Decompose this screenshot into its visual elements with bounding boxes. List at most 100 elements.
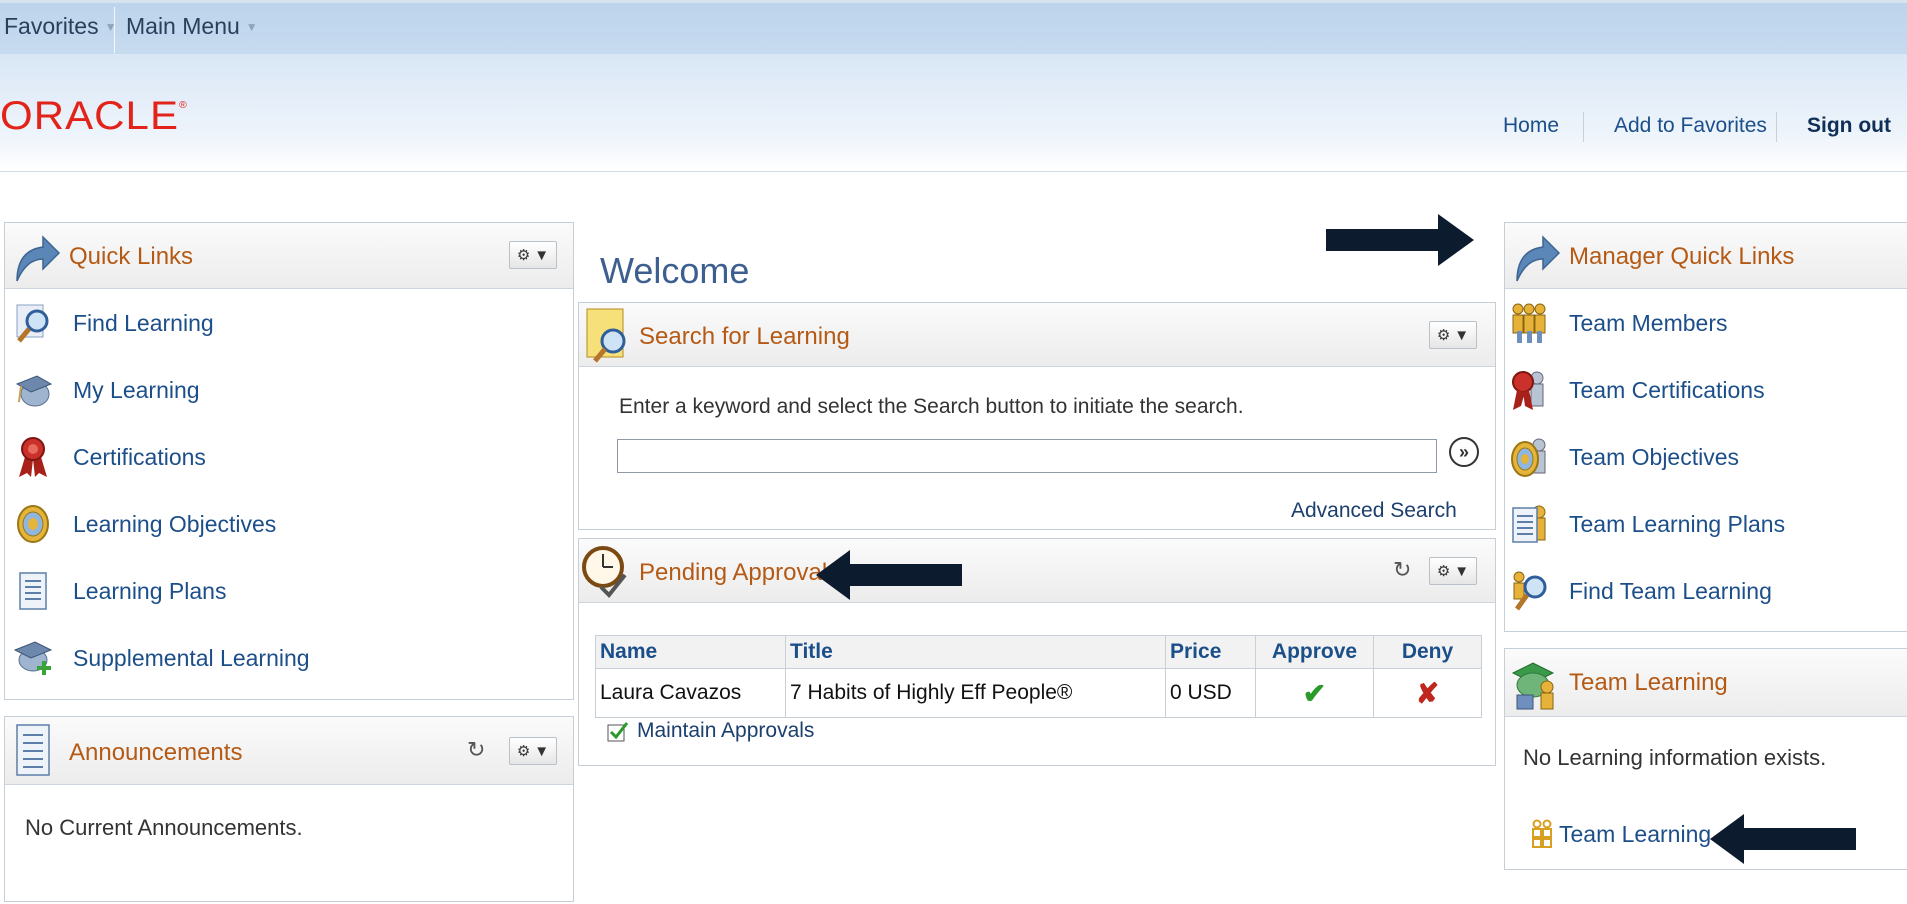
home-link[interactable]: Home — [1503, 114, 1559, 138]
quick-link-find-learning[interactable]: Find Learning — [11, 299, 214, 347]
announcements-settings-button[interactable]: ⚙ ▼ — [509, 737, 557, 765]
search-settings-button[interactable]: ⚙ ▼ — [1429, 321, 1477, 349]
quick-link-certifications[interactable]: Certifications — [11, 433, 206, 481]
quick-links-settings-button[interactable]: ⚙ ▼ — [509, 241, 557, 269]
team-ribbon-icon — [1507, 366, 1551, 414]
checkbox-check-icon — [607, 722, 629, 742]
main-menu-label: Main Menu — [126, 13, 240, 39]
pending-settings-button[interactable]: ⚙ ▼ — [1429, 557, 1477, 585]
approve-cell: ✔ — [1255, 668, 1374, 718]
manager-link-team-certifications[interactable]: Team Certifications — [1507, 366, 1765, 414]
chevron-down-icon: ▼ — [534, 246, 550, 264]
announcements-empty-text: No Current Announcements. — [25, 815, 303, 840]
oracle-logo: ORACLE® — [0, 94, 188, 138]
refresh-icon[interactable]: ↻ — [467, 737, 485, 763]
search-learning-title: Search for Learning — [639, 323, 850, 350]
deny-x-icon[interactable]: ✘ — [1416, 678, 1439, 709]
column-header-name[interactable]: Name — [595, 635, 786, 669]
team-target-icon — [1507, 433, 1551, 481]
quick-link-learning-plans[interactable]: Learning Plans — [11, 567, 226, 615]
refresh-icon[interactable]: ↻ — [1393, 557, 1411, 583]
table-header-row: Name Title Price Approve Deny — [595, 635, 1482, 669]
gear-icon: ⚙ — [1436, 563, 1451, 580]
annotation-arrow-left — [816, 550, 962, 600]
pending-approvals-pagelet: Pending Approvals ↻ ⚙ ▼ Name Title Price … — [578, 538, 1496, 766]
quick-link-my-learning[interactable]: My Learning — [11, 366, 200, 414]
quick-link-learning-objectives[interactable]: Learning Objectives — [11, 500, 276, 548]
add-to-favorites-link[interactable]: Add to Favorites — [1614, 114, 1767, 138]
curved-arrow-icon — [1516, 235, 1561, 282]
double-chevron-right-icon: » — [1458, 441, 1469, 462]
column-header-title[interactable]: Title — [785, 635, 1166, 669]
deny-cell: ✘ — [1373, 668, 1482, 718]
checklist-icon — [16, 724, 50, 776]
graduation-cap-icon — [11, 366, 55, 414]
manager-link-find-team-learning[interactable]: Find Team Learning — [1507, 567, 1772, 615]
chevron-down-icon: ▼ — [534, 742, 550, 760]
top-menu-bar: Favorites ▼ Main Menu ▼ — [0, 0, 1907, 54]
page-header: ORACLE® Home Add to Favorites Sign out — [0, 54, 1907, 172]
target-icon — [11, 500, 55, 548]
chevron-down-icon: ▼ — [1454, 562, 1470, 580]
table-row: Laura Cavazos 7 Habits of Highly Eff Peo… — [595, 668, 1482, 718]
menu-divider — [114, 7, 115, 53]
maintain-approvals-link[interactable]: Maintain Approvals — [607, 719, 814, 743]
quick-links-header: Quick Links ⚙ ▼ — [5, 223, 573, 289]
quick-link-label: My Learning — [73, 376, 200, 403]
team-learning-icon — [1511, 662, 1555, 710]
quick-links-title: Quick Links — [69, 243, 194, 270]
team-learning-header: Team Learning — [1505, 649, 1907, 717]
column-header-price[interactable]: Price — [1165, 635, 1256, 669]
team-learning-link-label: Team Learning — [1559, 820, 1712, 847]
header-divider — [1583, 112, 1584, 142]
ribbon-award-icon — [11, 433, 55, 481]
chevron-down-icon: ▼ — [1454, 326, 1470, 344]
search-instructions: Enter a keyword and select the Search bu… — [619, 395, 1244, 418]
search-go-button[interactable]: » — [1449, 437, 1479, 467]
approval-name: Laura Cavazos — [595, 668, 786, 718]
manager-link-team-learning-plans[interactable]: Team Learning Plans — [1507, 500, 1785, 548]
manager-link-team-objectives[interactable]: Team Objectives — [1507, 433, 1739, 481]
manager-link-label: Team Objectives — [1569, 443, 1740, 470]
pending-approvals-title: Pending Approvals — [639, 559, 840, 586]
checklist-icon — [11, 567, 55, 615]
team-members-icon — [1532, 819, 1552, 848]
quick-link-supplemental-learning[interactable]: Supplemental Learning — [11, 634, 310, 682]
gear-icon: ⚙ — [1436, 327, 1451, 344]
sign-out-link[interactable]: Sign out — [1807, 114, 1891, 138]
main-menu[interactable]: Main Menu ▼ — [126, 13, 258, 40]
announcements-title: Announcements — [69, 739, 243, 766]
maintain-approvals-label: Maintain Approvals — [637, 719, 815, 742]
column-header-deny: Deny — [1373, 635, 1482, 669]
approve-checkmark-icon[interactable]: ✔ — [1303, 678, 1326, 709]
chevron-down-icon: ▼ — [245, 19, 258, 34]
page-title: Welcome — [600, 250, 750, 291]
quick-link-label: Learning Objectives — [73, 510, 277, 537]
quick-link-label: Supplemental Learning — [73, 644, 310, 671]
team-checklist-icon — [1507, 500, 1551, 548]
approvals-table: Name Title Price Approve Deny Laura Cava… — [595, 635, 1482, 718]
manager-link-label: Team Certifications — [1569, 376, 1765, 403]
pending-approvals-header: Pending Approvals ↻ ⚙ ▼ — [579, 539, 1495, 603]
team-learning-empty-text: No Learning information exists. — [1523, 745, 1827, 770]
search-learning-header: Search for Learning ⚙ ▼ — [579, 303, 1495, 367]
favorites-menu[interactable]: Favorites ▼ — [4, 13, 116, 40]
quick-link-label: Learning Plans — [73, 577, 227, 604]
manager-quick-links-title: Manager Quick Links — [1569, 243, 1795, 270]
search-input[interactable] — [617, 439, 1437, 473]
approval-price: 0 USD — [1165, 668, 1256, 718]
team-magnifier-icon — [1507, 567, 1551, 615]
manager-link-team-members[interactable]: Team Members — [1507, 299, 1727, 347]
manager-link-label: Find Team Learning — [1569, 577, 1772, 604]
magnifier-icon — [586, 308, 626, 363]
manager-quick-links-pagelet: Manager Quick Links Team Members Team Ce… — [1504, 222, 1907, 632]
advanced-search-link[interactable]: Advanced Search — [1291, 499, 1457, 523]
team-learning-link[interactable]: Team Learning — [1531, 819, 1711, 849]
cap-add-icon — [11, 634, 55, 682]
annotation-arrow-right — [1326, 214, 1474, 266]
search-learning-pagelet: Search for Learning ⚙ ▼ Enter a keyword a… — [578, 302, 1496, 530]
manager-link-label: Team Learning Plans — [1569, 510, 1786, 537]
quick-links-pagelet: Quick Links ⚙ ▼ Find Learning My Learning… — [4, 222, 574, 700]
clock-check-icon — [582, 546, 627, 598]
approval-title: 7 Habits of Highly Eff People® — [785, 668, 1166, 718]
